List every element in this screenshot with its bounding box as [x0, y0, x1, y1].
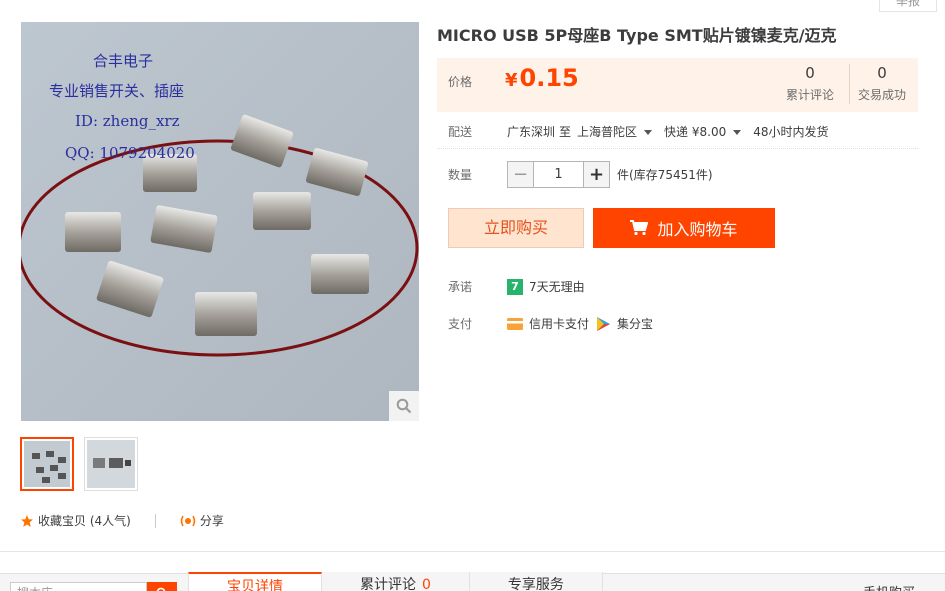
ship-time: 48小时内发货: [753, 125, 829, 139]
watermark-line: 合丰电子: [93, 52, 154, 70]
promise-label: 承诺: [448, 280, 473, 294]
payment-row: 支付 信用卡支付 集分宝: [437, 315, 653, 332]
thumbnail-1[interactable]: [20, 437, 74, 491]
thumbnail-photo: [87, 440, 135, 488]
to-word: 至: [559, 125, 572, 139]
credit-card-icon: [507, 317, 523, 330]
share-link[interactable]: 分享: [200, 512, 224, 529]
review-count-value: 0: [805, 64, 815, 82]
sales-count: 0 交易成功: [858, 64, 906, 103]
product-page: 举报 合丰电子 专业销售开关、插座 ID: zheng_xrz QQ: 1079…: [0, 0, 945, 591]
section-divider: [0, 551, 945, 552]
thumbnail-list: [20, 437, 138, 491]
add-to-cart-button[interactable]: 加入购物车: [593, 208, 775, 248]
price-amount: 0.15: [519, 64, 579, 92]
payment-label: 支付: [448, 317, 473, 331]
favorite-link[interactable]: 收藏宝贝 (4人气): [38, 512, 131, 529]
currency-symbol: ¥: [505, 70, 518, 91]
thumbnail-2[interactable]: [84, 437, 138, 491]
thumbnail-image: [24, 441, 70, 487]
seven-day-return-icon: 7: [507, 278, 523, 295]
increase-button[interactable]: +: [583, 161, 610, 188]
add-to-cart-label: 加入购物车: [657, 220, 738, 239]
star-icon: [21, 514, 33, 527]
share-icon: [180, 515, 196, 526]
thumbnail-image: [87, 440, 135, 488]
shipping-method: 快递 ¥8.00: [664, 125, 727, 139]
quantity-input[interactable]: 1: [534, 161, 583, 188]
review-count[interactable]: 0 累计评论: [786, 64, 834, 103]
price-value: ¥0.15: [505, 64, 579, 92]
quantity-stepper: − 1 +: [507, 161, 610, 188]
favorite-share-bar: 收藏宝贝 (4人气) 分享: [20, 512, 224, 529]
jifenbao-icon: [597, 316, 611, 331]
cart-icon: [630, 220, 649, 236]
stock-text: 件(库存75451件): [617, 168, 713, 182]
promise-text[interactable]: 7天无理由: [529, 278, 585, 295]
watermark-line: 专业销售开关、插座: [49, 82, 185, 100]
sales-count-label: 交易成功: [858, 88, 907, 102]
tab-reviews-count: 0: [422, 577, 431, 591]
shop-search-button[interactable]: [147, 582, 177, 591]
watermark-line: ID: zheng_xrz: [75, 112, 180, 130]
review-count-label: 累计评论: [786, 88, 835, 102]
quantity-row: 数量 − 1 + 件(库存75451件): [437, 161, 713, 188]
tab-item-details[interactable]: 宝贝详情: [188, 572, 322, 591]
sales-count-value: 0: [877, 64, 887, 82]
ship-from: 广东深圳: [507, 125, 556, 139]
shop-search: 搜本店: [10, 582, 177, 591]
price-panel: 价格 ¥0.15 0 累计评论 0 交易成功: [437, 58, 918, 112]
watermark-line: QQ: 1079204020: [65, 144, 195, 162]
divider: [849, 64, 850, 104]
shipping-method-dropdown[interactable]: 快递 ¥8.00: [664, 123, 753, 140]
buy-now-button[interactable]: 立即购买: [448, 208, 584, 248]
detail-tabs: 宝贝详情 累计评论 0 专享服务: [188, 572, 603, 591]
delivery-label: 配送: [448, 125, 473, 139]
price-label: 价格: [448, 75, 473, 89]
thumbnail-photo: [24, 441, 70, 487]
chevron-down-icon: [733, 130, 742, 135]
delivery-row: 配送 广东深圳 至 上海普陀区 快递 ¥8.00 48小时内发货: [437, 123, 829, 140]
ship-to: 上海普陀区: [577, 125, 638, 139]
product-title: MICRO USB 5P母座B Type SMT贴片镀镍麦克/迈克: [437, 26, 837, 45]
quantity-label: 数量: [448, 168, 473, 182]
divider: [154, 513, 156, 528]
search-icon: [156, 587, 166, 591]
magnifier-icon: [396, 398, 412, 414]
divider: [437, 148, 918, 149]
decrease-button[interactable]: −: [507, 161, 534, 188]
zoom-button[interactable]: [389, 391, 419, 421]
promise-row: 承诺 7 7天无理由: [437, 278, 585, 295]
report-link[interactable]: 举报: [879, 0, 937, 12]
payment-method-credit: 信用卡支付: [529, 317, 590, 331]
tab-reviews[interactable]: 累计评论 0: [322, 572, 470, 591]
ship-to-dropdown[interactable]: 上海普陀区: [577, 123, 664, 140]
payment-method-jifenbao: 集分宝: [617, 317, 654, 331]
shop-search-input[interactable]: 搜本店: [10, 582, 147, 591]
tab-reviews-label: 累计评论: [360, 577, 416, 591]
main-product-image[interactable]: 合丰电子 专业销售开关、插座 ID: zheng_xrz QQ: 1079204…: [21, 22, 419, 421]
phone-order-link[interactable]: 手机购买: [863, 582, 915, 591]
tab-services[interactable]: 专享服务: [469, 572, 603, 591]
chevron-down-icon: [644, 130, 653, 135]
